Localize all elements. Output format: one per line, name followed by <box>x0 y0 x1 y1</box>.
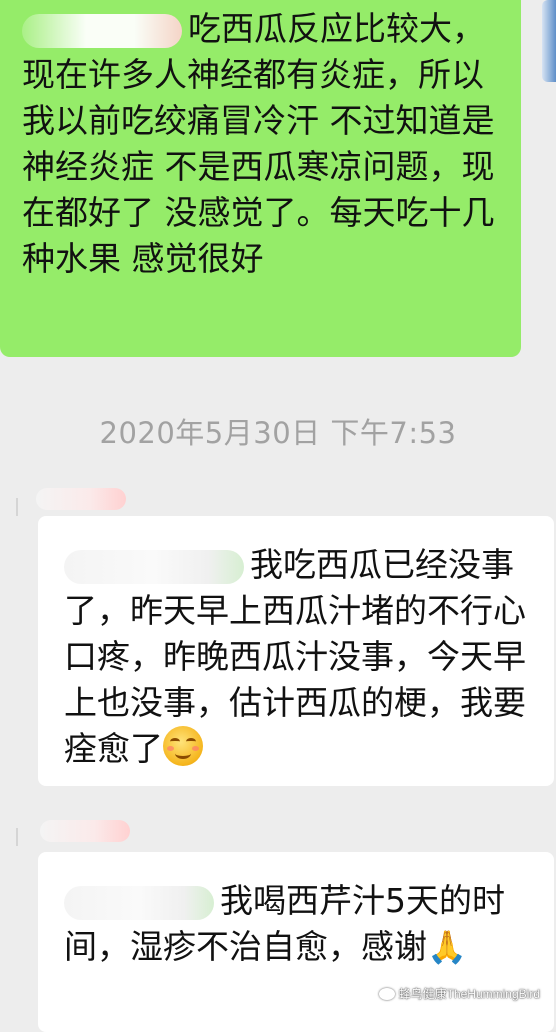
avatar-edge <box>542 0 556 82</box>
message-text-1: 吃西瓜反应比较大，现在许多人神经都有炎症，所以我以前吃绞痛冒冷汗 不过知道是神经… <box>22 9 495 278</box>
redacted-name <box>64 885 214 920</box>
divider <box>16 828 18 846</box>
redacted-name <box>64 549 244 584</box>
incoming-message-bubble[interactable]: 我喝西芹汁5天的时间，湿疹不治自愈，感谢🙏 <box>38 852 554 1032</box>
watermark: 蜂鸟健康TheHummingBird <box>378 985 540 1002</box>
watermark-text: 蜂鸟健康TheHummingBird <box>398 987 540 1001</box>
redacted-avatar <box>36 488 126 510</box>
wechat-icon <box>378 987 395 1000</box>
redacted-name <box>22 13 182 48</box>
incoming-message-bubble[interactable]: 我吃西瓜已经没事了，昨天早上西瓜汁堵的不行心口疼，昨晚西瓜汁没事，今天早上也没事… <box>38 516 554 786</box>
smirk-face-icon <box>163 726 203 766</box>
pray-hands-icon: 🙏 <box>427 928 467 966</box>
redacted-avatar <box>40 820 130 842</box>
message-timestamp: 2020年5月30日 下午7:53 <box>99 416 457 450</box>
divider <box>16 498 18 516</box>
outgoing-message-bubble[interactable]: 吃西瓜反应比较大，现在许多人神经都有炎症，所以我以前吃绞痛冒冷汗 不过知道是神经… <box>0 0 521 357</box>
